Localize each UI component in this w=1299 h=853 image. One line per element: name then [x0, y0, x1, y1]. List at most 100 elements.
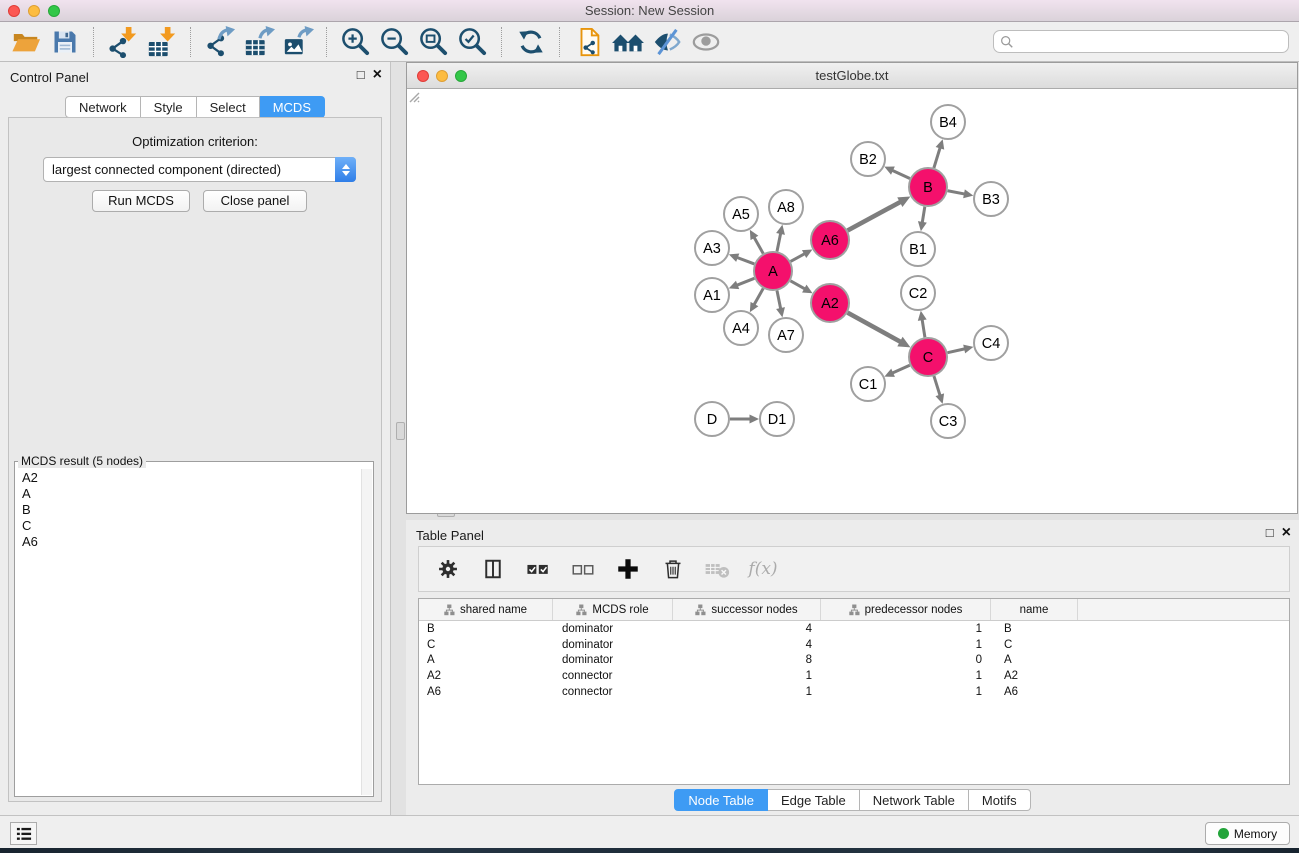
open-session-button[interactable]	[6, 25, 45, 59]
edge-A-A7[interactable]	[776, 291, 785, 318]
node-A6[interactable]: A6	[811, 221, 849, 259]
edge-C-C2[interactable]	[918, 311, 927, 337]
minimize-window-button[interactable]	[28, 5, 40, 17]
edge-A-A4[interactable]	[750, 288, 763, 312]
network-zoom-button[interactable]	[455, 70, 467, 82]
cell[interactable]: 1	[821, 686, 991, 698]
resize-grip-icon[interactable]	[407, 90, 420, 103]
cell[interactable]: 1	[673, 686, 821, 698]
delete-column-button[interactable]	[658, 553, 688, 585]
memory-button[interactable]: Memory	[1205, 822, 1290, 845]
column-header-successor-nodes[interactable]: successor nodes	[673, 599, 821, 620]
close-panel-button[interactable]: Close panel	[203, 190, 307, 212]
cell[interactable]: C	[991, 639, 1078, 651]
zoom-window-button[interactable]	[48, 5, 60, 17]
edge-B-B1[interactable]	[918, 207, 927, 231]
tab-style[interactable]: Style	[141, 96, 197, 118]
run-mcds-button[interactable]: Run MCDS	[92, 190, 190, 212]
zoom-in-button[interactable]	[336, 25, 375, 59]
cell[interactable]: dominator	[553, 654, 673, 666]
first-neighbors-button[interactable]	[608, 25, 647, 59]
close-window-button[interactable]	[8, 5, 20, 17]
node-C1[interactable]: C1	[851, 367, 885, 401]
float-table-panel-icon[interactable]: □	[1266, 526, 1274, 540]
tab-network-table[interactable]: Network Table	[860, 789, 969, 811]
edge-B-B4[interactable]	[934, 139, 944, 168]
cell[interactable]: dominator	[553, 623, 673, 635]
edge-C-C4[interactable]	[948, 345, 974, 354]
mcds-result-item[interactable]: C	[16, 518, 360, 534]
edge-D-D1[interactable]	[730, 415, 759, 424]
edge-A-A8[interactable]	[776, 225, 785, 252]
cell[interactable]: 1	[821, 639, 991, 651]
tab-motifs[interactable]: Motifs	[969, 789, 1031, 811]
node-B4[interactable]: B4	[931, 105, 965, 139]
cell[interactable]: connector	[553, 670, 673, 682]
hide-labels-button[interactable]	[647, 25, 686, 59]
node-A7[interactable]: A7	[769, 318, 803, 352]
column-header-name[interactable]: name	[991, 599, 1078, 620]
network-close-button[interactable]	[417, 70, 429, 82]
zoom-out-button[interactable]	[375, 25, 414, 59]
table-row[interactable]: A6connector11A6	[419, 684, 1289, 700]
column-header-shared-name[interactable]: shared name	[419, 599, 553, 620]
zoom-fit-button[interactable]	[414, 25, 453, 59]
node-A3[interactable]: A3	[695, 231, 729, 265]
node-B3[interactable]: B3	[974, 182, 1008, 216]
import-network-button[interactable]	[103, 25, 142, 59]
node-D1[interactable]: D1	[760, 402, 794, 436]
export-table-button[interactable]	[239, 25, 278, 59]
node-A[interactable]: A	[754, 252, 792, 290]
node-B2[interactable]: B2	[851, 142, 885, 176]
column-visibility-button[interactable]	[478, 553, 508, 585]
cell[interactable]: B	[991, 623, 1078, 635]
edge-C-C3[interactable]	[934, 376, 944, 404]
mcds-result-item[interactable]: A	[16, 486, 360, 502]
edge-A2-C[interactable]	[848, 313, 911, 348]
node-A1[interactable]: A1	[695, 278, 729, 312]
vertical-splitter-handle[interactable]	[396, 422, 405, 440]
tab-network[interactable]: Network	[65, 96, 141, 118]
mcds-result-item[interactable]: B	[16, 502, 360, 518]
node-C3[interactable]: C3	[931, 404, 965, 438]
cell[interactable]: 1	[673, 670, 821, 682]
node-A8[interactable]: A8	[769, 190, 803, 224]
cell[interactable]: 4	[673, 639, 821, 651]
cell[interactable]: 0	[821, 654, 991, 666]
task-history-button[interactable]	[10, 822, 37, 845]
export-network-button[interactable]	[200, 25, 239, 59]
edge-A-A3[interactable]	[729, 253, 754, 263]
cell[interactable]: 1	[821, 623, 991, 635]
cell[interactable]: A	[419, 654, 553, 666]
table-settings-button[interactable]	[433, 553, 463, 585]
search-box[interactable]	[993, 30, 1289, 53]
cell[interactable]: A6	[991, 686, 1078, 698]
add-column-button[interactable]	[613, 553, 643, 585]
new-network-from-selection-button[interactable]	[569, 25, 608, 59]
export-image-button[interactable]	[278, 25, 317, 59]
node-A2[interactable]: A2	[811, 284, 849, 322]
cell[interactable]: C	[419, 639, 553, 651]
cell[interactable]: 1	[821, 670, 991, 682]
refresh-view-button[interactable]	[511, 25, 550, 59]
tab-edge-table[interactable]: Edge Table	[768, 789, 860, 811]
edge-A-A5[interactable]	[750, 230, 763, 254]
network-graph[interactable]: B4B2BB3A8A5A6A3B1AC2A1A2A4A7C4CC1C3DD1	[407, 90, 1297, 514]
network-minimize-button[interactable]	[436, 70, 448, 82]
node-C2[interactable]: C2	[901, 276, 935, 310]
unselect-all-button[interactable]	[568, 553, 598, 585]
edge-B-B3[interactable]	[948, 189, 974, 198]
save-session-button[interactable]	[45, 25, 84, 59]
tab-select[interactable]: Select	[197, 96, 260, 118]
cell[interactable]: connector	[553, 686, 673, 698]
select-all-button[interactable]	[523, 553, 553, 585]
close-panel-icon[interactable]: ×	[373, 68, 382, 82]
result-scrollbar[interactable]	[361, 469, 372, 795]
edge-A6-B[interactable]	[848, 197, 911, 231]
node-C4[interactable]: C4	[974, 326, 1008, 360]
search-input[interactable]	[1014, 32, 1288, 51]
cell[interactable]: A6	[419, 686, 553, 698]
tab-mcds[interactable]: MCDS	[260, 96, 325, 118]
table-row[interactable]: Adominator80A	[419, 653, 1289, 669]
float-panel-icon[interactable]: □	[357, 68, 365, 82]
